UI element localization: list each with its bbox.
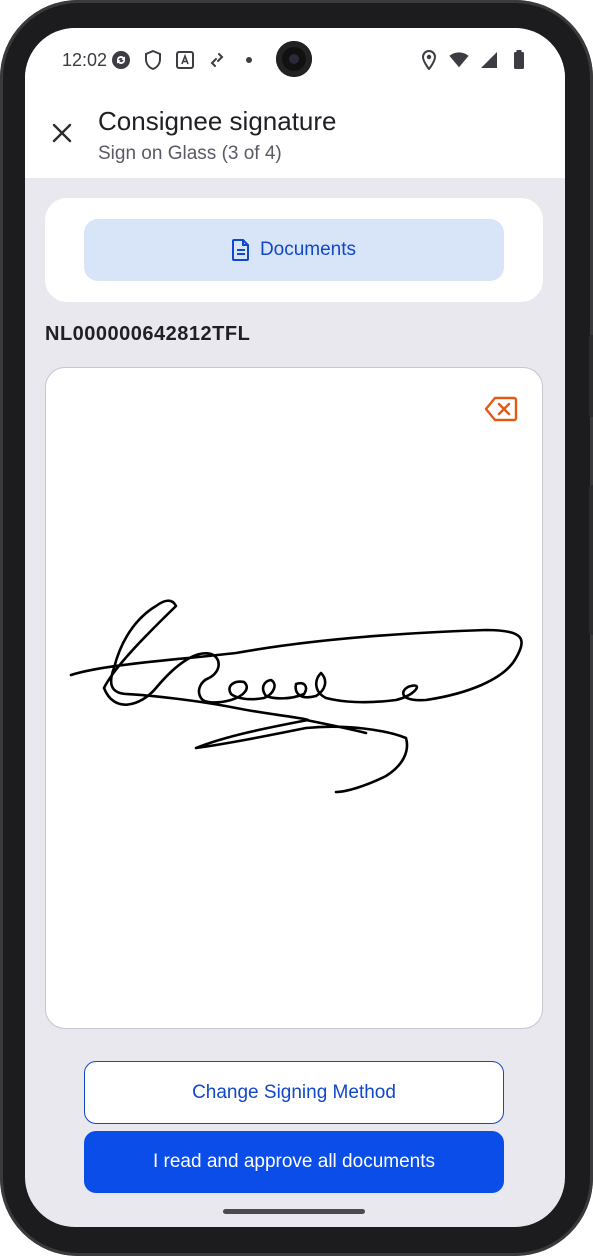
shield-icon bbox=[143, 50, 163, 70]
change-signing-method-button[interactable]: Change Signing Method bbox=[84, 1061, 504, 1124]
battery-icon bbox=[509, 50, 529, 70]
phone-frame: 12:02 Consignee signature Sign on Glass … bbox=[0, 0, 593, 1256]
power-button bbox=[589, 485, 593, 635]
documents-button-label: Documents bbox=[259, 239, 357, 260]
backspace-clear-icon bbox=[484, 396, 518, 422]
document-icon bbox=[231, 239, 249, 261]
notification-icons bbox=[111, 50, 259, 70]
wifi-icon bbox=[449, 50, 469, 70]
home-indicator[interactable] bbox=[223, 1209, 365, 1214]
documents-card: Documents bbox=[45, 198, 543, 302]
page-subtitle: Sign on Glass (3 of 4) bbox=[98, 143, 282, 164]
volume-button bbox=[589, 335, 593, 417]
clear-signature-button[interactable] bbox=[484, 396, 518, 422]
front-camera bbox=[276, 41, 312, 77]
approve-documents-button[interactable]: I read and approve all documents bbox=[84, 1131, 504, 1193]
page-title: Consignee signature bbox=[98, 106, 337, 136]
status-time: 12:02 bbox=[62, 50, 108, 70]
screen: 12:02 Consignee signature Sign on Glass … bbox=[25, 28, 565, 1227]
system-icons bbox=[419, 50, 529, 70]
font-app-icon bbox=[175, 50, 195, 70]
app-bar: Consignee signature Sign on Glass (3 of … bbox=[25, 92, 565, 178]
close-icon bbox=[52, 123, 72, 143]
sync-icon bbox=[111, 50, 131, 70]
location-icon bbox=[419, 50, 439, 70]
documents-button[interactable]: Documents bbox=[84, 219, 504, 281]
link-icon bbox=[207, 50, 227, 70]
shipment-id: NL000000642812TFL bbox=[45, 323, 251, 345]
signature-stroke bbox=[69, 599, 523, 794]
status-bar: 12:02 bbox=[25, 28, 565, 92]
close-button[interactable] bbox=[47, 118, 77, 148]
dot-icon bbox=[239, 50, 259, 70]
signature-pad[interactable] bbox=[45, 367, 543, 1029]
signal-icon bbox=[479, 50, 499, 70]
